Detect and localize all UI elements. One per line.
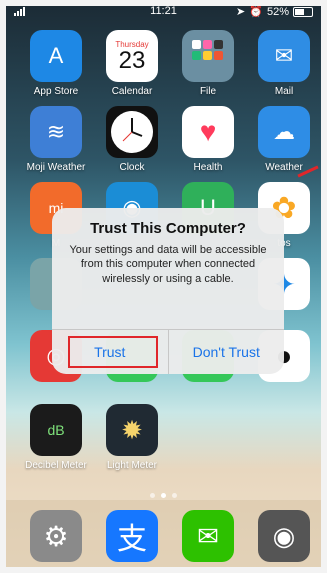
app-file-folder[interactable]: File bbox=[172, 30, 244, 97]
dont-trust-button[interactable]: Don't Trust bbox=[167, 330, 285, 374]
light-meter-icon: ✹ bbox=[106, 404, 158, 456]
trust-highlight-box bbox=[68, 336, 158, 368]
page-dot bbox=[172, 493, 177, 498]
clock-icon bbox=[106, 106, 158, 158]
app-app-store[interactable]: A App Store bbox=[20, 30, 92, 97]
app-health[interactable]: ♥ Health bbox=[172, 106, 244, 173]
dock-wechat[interactable]: ✉ bbox=[172, 510, 244, 562]
home-screen: 11:21 ➤ ⏰ 52% A App Store Thursday 23 Ca… bbox=[0, 0, 327, 573]
weather-icon: ☁ bbox=[258, 106, 310, 158]
app-calendar[interactable]: Thursday 23 Calendar bbox=[96, 30, 168, 97]
battery-icon bbox=[293, 6, 313, 17]
moji-weather-icon: ≋ bbox=[30, 106, 82, 158]
health-icon: ♥ bbox=[182, 106, 234, 158]
dock-alipay[interactable]: 支 bbox=[96, 510, 168, 562]
app-light-meter[interactable]: ✹ Light Meter bbox=[96, 404, 168, 471]
app-mail[interactable]: ✉ Mail bbox=[248, 30, 320, 97]
dock-settings[interactable]: ⚙ bbox=[20, 510, 92, 562]
dialog-message: Your settings and data will be accessibl… bbox=[69, 244, 267, 285]
settings-icon: ⚙ bbox=[30, 510, 82, 562]
battery-percent: 52% bbox=[266, 5, 289, 18]
location-icon: ➤ bbox=[236, 6, 246, 18]
app-weather[interactable]: ☁ Weather bbox=[248, 106, 320, 173]
calendar-icon: Thursday 23 bbox=[106, 30, 158, 82]
app-clock[interactable]: Clock bbox=[96, 106, 168, 173]
alipay-icon: 支 bbox=[106, 510, 158, 562]
dock-camera[interactable]: ◉ bbox=[248, 510, 320, 562]
folder-icon bbox=[182, 30, 234, 82]
alarm-icon: ⏰ bbox=[249, 6, 263, 18]
mail-icon: ✉ bbox=[258, 30, 310, 82]
dialog-title: Trust This Computer? bbox=[90, 220, 246, 237]
app-moji-weather[interactable]: ≋ Moji Weather bbox=[20, 106, 92, 173]
wechat-icon: ✉ bbox=[182, 510, 234, 562]
dock: ⚙ 支 ✉ ◉ bbox=[0, 500, 327, 573]
status-bar: 11:21 ➤ ⏰ 52% bbox=[0, 0, 327, 24]
trust-computer-dialog: Trust This Computer? Your settings and d… bbox=[52, 208, 284, 374]
decibel-meter-icon: dB bbox=[30, 404, 82, 456]
page-dot bbox=[150, 493, 155, 498]
page-dot bbox=[161, 493, 166, 498]
app-decibel-meter[interactable]: dB Decibel Meter bbox=[20, 404, 92, 471]
app-store-icon: A bbox=[30, 30, 82, 82]
camera-icon: ◉ bbox=[258, 510, 310, 562]
